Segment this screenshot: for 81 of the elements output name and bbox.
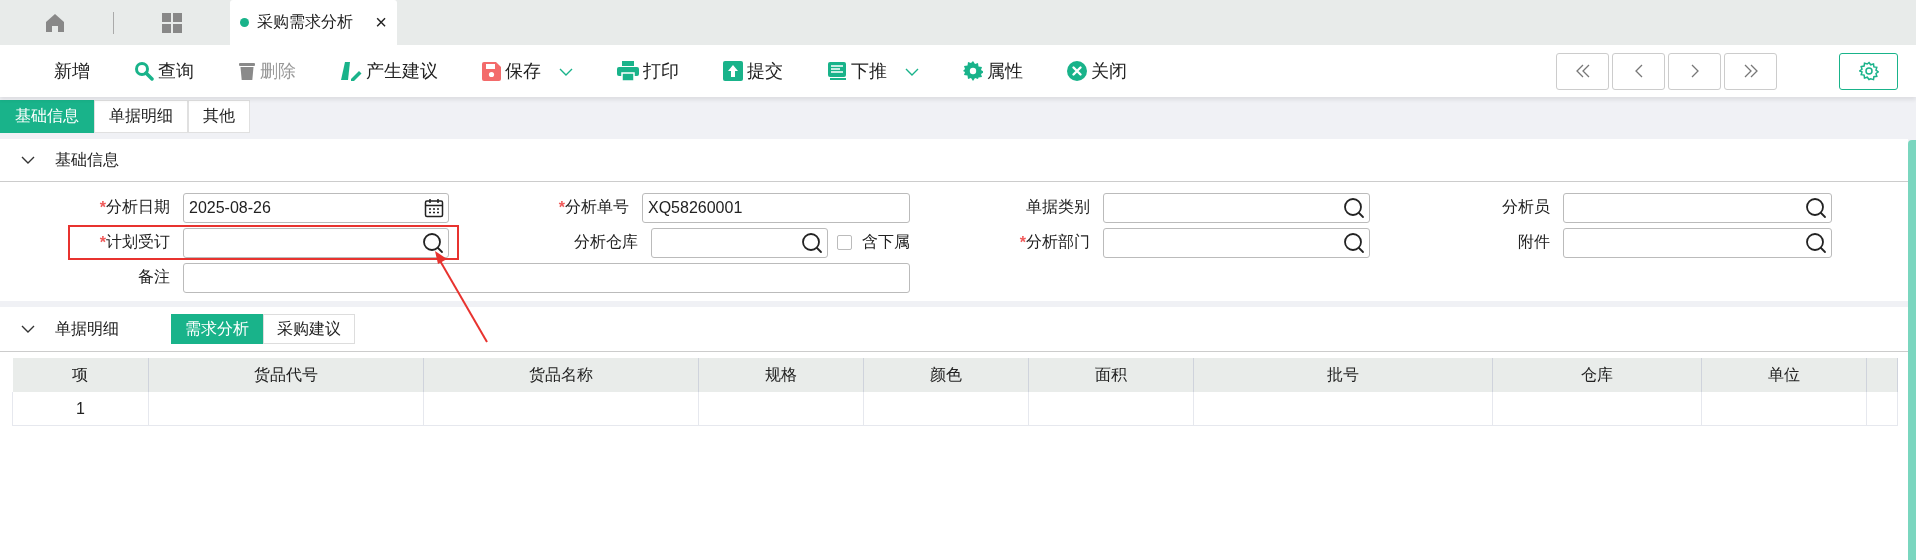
trash-icon — [238, 61, 256, 81]
toolbar-button[interactable]: 保存 — [482, 59, 573, 83]
close-icon — [1067, 61, 1087, 81]
search-icon[interactable] — [1805, 231, 1827, 254]
home-icon — [45, 12, 65, 33]
document-icon — [827, 61, 847, 81]
settings-button[interactable] — [1839, 52, 1898, 90]
checkbox-label: 含下属 — [862, 232, 910, 252]
field-label: 分析单号 — [565, 197, 629, 217]
toolbar-button[interactable]: 打印 — [617, 59, 679, 83]
chevron-down-icon[interactable] — [20, 324, 35, 334]
field-label: 分析部门 — [1026, 232, 1090, 252]
lookup-field[interactable] — [1563, 227, 1832, 258]
toolbar-button[interactable]: 产生建议 — [340, 59, 438, 83]
previous-button[interactable] — [1612, 52, 1665, 90]
pen-icon — [340, 61, 362, 81]
field-label: 计划受订 — [106, 232, 170, 252]
detail-tab[interactable]: 采购建议 — [263, 314, 355, 344]
scroll-bar[interactable] — [1908, 140, 1916, 560]
close-tab-button[interactable]: × — [375, 11, 387, 34]
lookup-field[interactable] — [651, 227, 828, 258]
floppy-icon — [482, 61, 501, 81]
lookup-field[interactable] — [1103, 227, 1370, 258]
search-icon[interactable] — [801, 231, 823, 254]
required-mark: * — [1019, 233, 1026, 252]
last-button[interactable] — [1724, 52, 1777, 90]
column-header: 批号 — [1193, 358, 1493, 392]
column-header: 单位 — [1701, 358, 1867, 392]
next-button[interactable] — [1668, 52, 1721, 90]
required-mark: * — [558, 198, 565, 217]
toolbar-button[interactable]: 属性 — [963, 59, 1023, 83]
grid-icon — [162, 12, 182, 33]
column-header: 面积 — [1028, 358, 1194, 392]
required-mark: * — [99, 198, 106, 217]
printer-icon — [617, 61, 639, 81]
column-header: 规格 — [698, 358, 864, 392]
status-dot — [240, 18, 249, 27]
field-label: 分析仓库 — [574, 232, 638, 252]
document-tab[interactable]: 采购需求分析 × — [230, 0, 397, 45]
calendar-icon[interactable] — [424, 197, 444, 218]
field-label: 备注 — [138, 267, 170, 287]
date-field[interactable]: 2025-08-26 — [183, 192, 449, 223]
input-field[interactable]: XQ58260001 — [642, 192, 910, 223]
checkbox[interactable] — [837, 235, 852, 250]
upload-icon — [723, 61, 743, 81]
lookup-field[interactable] — [1563, 192, 1832, 223]
column-header: 货品代号 — [148, 358, 424, 392]
section-title: 基础信息 — [55, 149, 119, 170]
input-field[interactable] — [183, 262, 910, 293]
required-mark: * — [99, 233, 106, 252]
column-header: 货品名称 — [423, 358, 699, 392]
double-chevron-left-icon — [1574, 64, 1591, 78]
field-label: 分析员 — [1502, 197, 1550, 217]
table-cell: 1 — [12, 392, 149, 426]
search-icon[interactable] — [1805, 196, 1827, 219]
search-icon[interactable] — [1343, 196, 1365, 219]
toolbar-button[interactable]: 新增 — [54, 59, 90, 83]
tab-label: 采购需求分析 — [257, 12, 353, 32]
search-icon[interactable] — [1343, 231, 1365, 254]
column-header: 颜色 — [863, 358, 1029, 392]
first-button[interactable] — [1556, 52, 1609, 90]
lookup-field[interactable] — [1103, 192, 1370, 223]
field-label: 单据类别 — [1026, 197, 1090, 217]
gear-icon — [963, 61, 983, 81]
toolbar-button[interactable]: 查询 — [134, 59, 194, 83]
double-chevron-right-icon — [1742, 64, 1759, 78]
toolbar-button[interactable]: 关闭 — [1067, 59, 1127, 83]
form-tab[interactable]: 单据明细 — [94, 100, 188, 133]
column-header: 仓库 — [1492, 358, 1702, 392]
settings-icon — [1858, 61, 1879, 81]
form-tab[interactable]: 其他 — [188, 100, 250, 133]
search-icon[interactable] — [422, 231, 444, 254]
field-label: 附件 — [1518, 232, 1550, 252]
lookup-field[interactable] — [183, 227, 449, 258]
chevron-down-icon[interactable] — [20, 155, 35, 165]
field-label: 分析日期 — [106, 197, 170, 217]
search-icon — [134, 61, 154, 81]
section-title: 单据明细 — [55, 318, 119, 339]
toolbar-button[interactable]: 下推 — [827, 59, 919, 83]
toolbar-button[interactable]: 提交 — [723, 59, 783, 83]
column-header: 项 — [12, 358, 149, 392]
